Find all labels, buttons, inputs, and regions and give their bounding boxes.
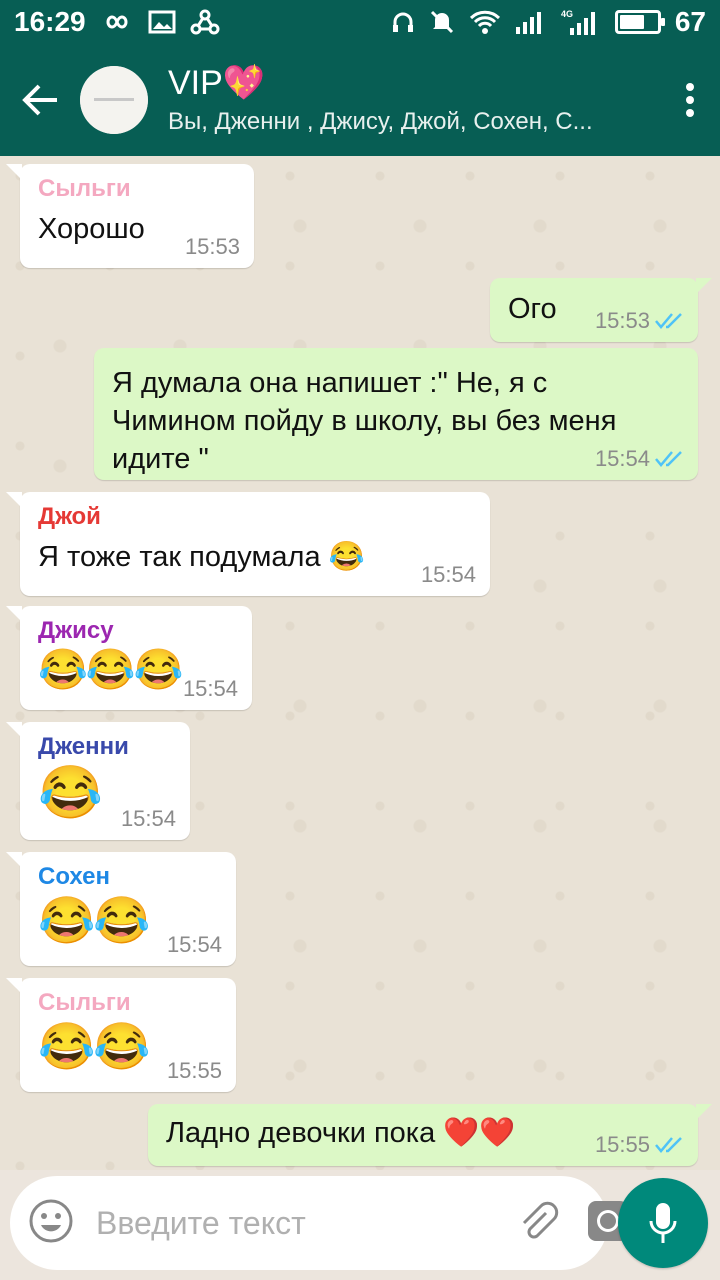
double-check-icon — [655, 313, 682, 329]
message-time: 15:54 — [166, 932, 222, 957]
muted-bell-icon — [429, 9, 455, 35]
arrow-left-icon — [22, 84, 57, 116]
gallery-icon — [148, 10, 176, 34]
overflow-menu-button[interactable] — [660, 44, 720, 156]
infinity-icon — [100, 12, 134, 32]
message-bubble[interactable]: Джой Я тоже так подумала 😂 15:54 — [6, 492, 490, 596]
status-bar: 16:29 4G 67 — [0, 0, 720, 44]
signal-4g-icon: 4G — [561, 8, 601, 36]
status-time: 16:29 — [14, 6, 86, 37]
message-time: 15:54 — [420, 562, 476, 587]
double-check-icon — [655, 1137, 682, 1153]
sender-name: Сыльги — [38, 989, 131, 1016]
message-time: 15:55 — [166, 1058, 222, 1083]
sender-name: Сохен — [38, 863, 110, 890]
message-time: 15:53 — [595, 308, 684, 334]
sender-name: Джой — [38, 503, 101, 530]
sender-name: Дженни — [38, 733, 129, 760]
message-time: 15:54 — [595, 446, 684, 472]
message-time: 15:54 — [182, 676, 238, 701]
share-nodes-icon — [190, 9, 220, 35]
message-composer — [10, 1176, 628, 1270]
message-time: 15:53 — [184, 234, 240, 259]
message-bubble[interactable]: Дженни 😂 15:54 — [6, 722, 190, 840]
sender-name: Сыльги — [38, 175, 131, 202]
chat-title-area[interactable]: VIP💖 Вы, Дженни , Джису, Джой, Сохен, С.… — [168, 63, 660, 137]
message-bubble[interactable]: Я думала она напишет :" Не, я с Чимином … — [94, 348, 698, 480]
attach-icon[interactable] — [516, 1199, 560, 1248]
headphones-icon — [391, 10, 415, 34]
double-check-icon — [655, 451, 682, 467]
message-text: Я тоже так подумала 😂 — [38, 541, 365, 573]
message-bubble[interactable]: Сыльги 😂😂 15:55 — [6, 978, 236, 1092]
mic-button[interactable] — [618, 1178, 708, 1268]
message-bubble[interactable]: Ладно девочки пока ❤️❤️ 15:55 — [148, 1104, 712, 1166]
wifi-icon — [469, 9, 501, 35]
message-bubble[interactable]: Сохен 😂😂 15:54 — [6, 852, 236, 966]
emoji-icon[interactable] — [28, 1198, 74, 1249]
mic-icon — [649, 1203, 677, 1243]
group-members: Вы, Дженни , Джису, Джой, Сохен, С... — [168, 108, 593, 135]
battery-icon — [614, 10, 665, 34]
more-vert-icon — [686, 83, 694, 117]
message-input[interactable] — [96, 1204, 516, 1242]
message-time: 15:54 — [120, 806, 176, 831]
svg-text:4G: 4G — [561, 9, 573, 19]
group-avatar[interactable] — [80, 66, 148, 134]
signal-icon — [515, 9, 547, 35]
battery-level: 67 — [674, 6, 706, 37]
message-bubble[interactable]: Сыльги Хорошо 15:53 — [6, 164, 254, 268]
chat-header: VIP💖 Вы, Дженни , Джису, Джой, Сохен, С.… — [0, 44, 720, 156]
back-button[interactable] — [0, 44, 80, 156]
sender-name: Джису — [38, 617, 114, 644]
group-title: VIP💖 — [168, 64, 266, 102]
message-bubble[interactable]: Ого 15:53 — [490, 278, 712, 342]
message-bubble[interactable]: Джису 😂😂😂 15:54 — [6, 606, 252, 710]
message-time: 15:55 — [595, 1132, 684, 1158]
message-list[interactable]: Сыльги Хорошо 15:53 Ого 15:53 Я думала о… — [0, 156, 720, 1170]
